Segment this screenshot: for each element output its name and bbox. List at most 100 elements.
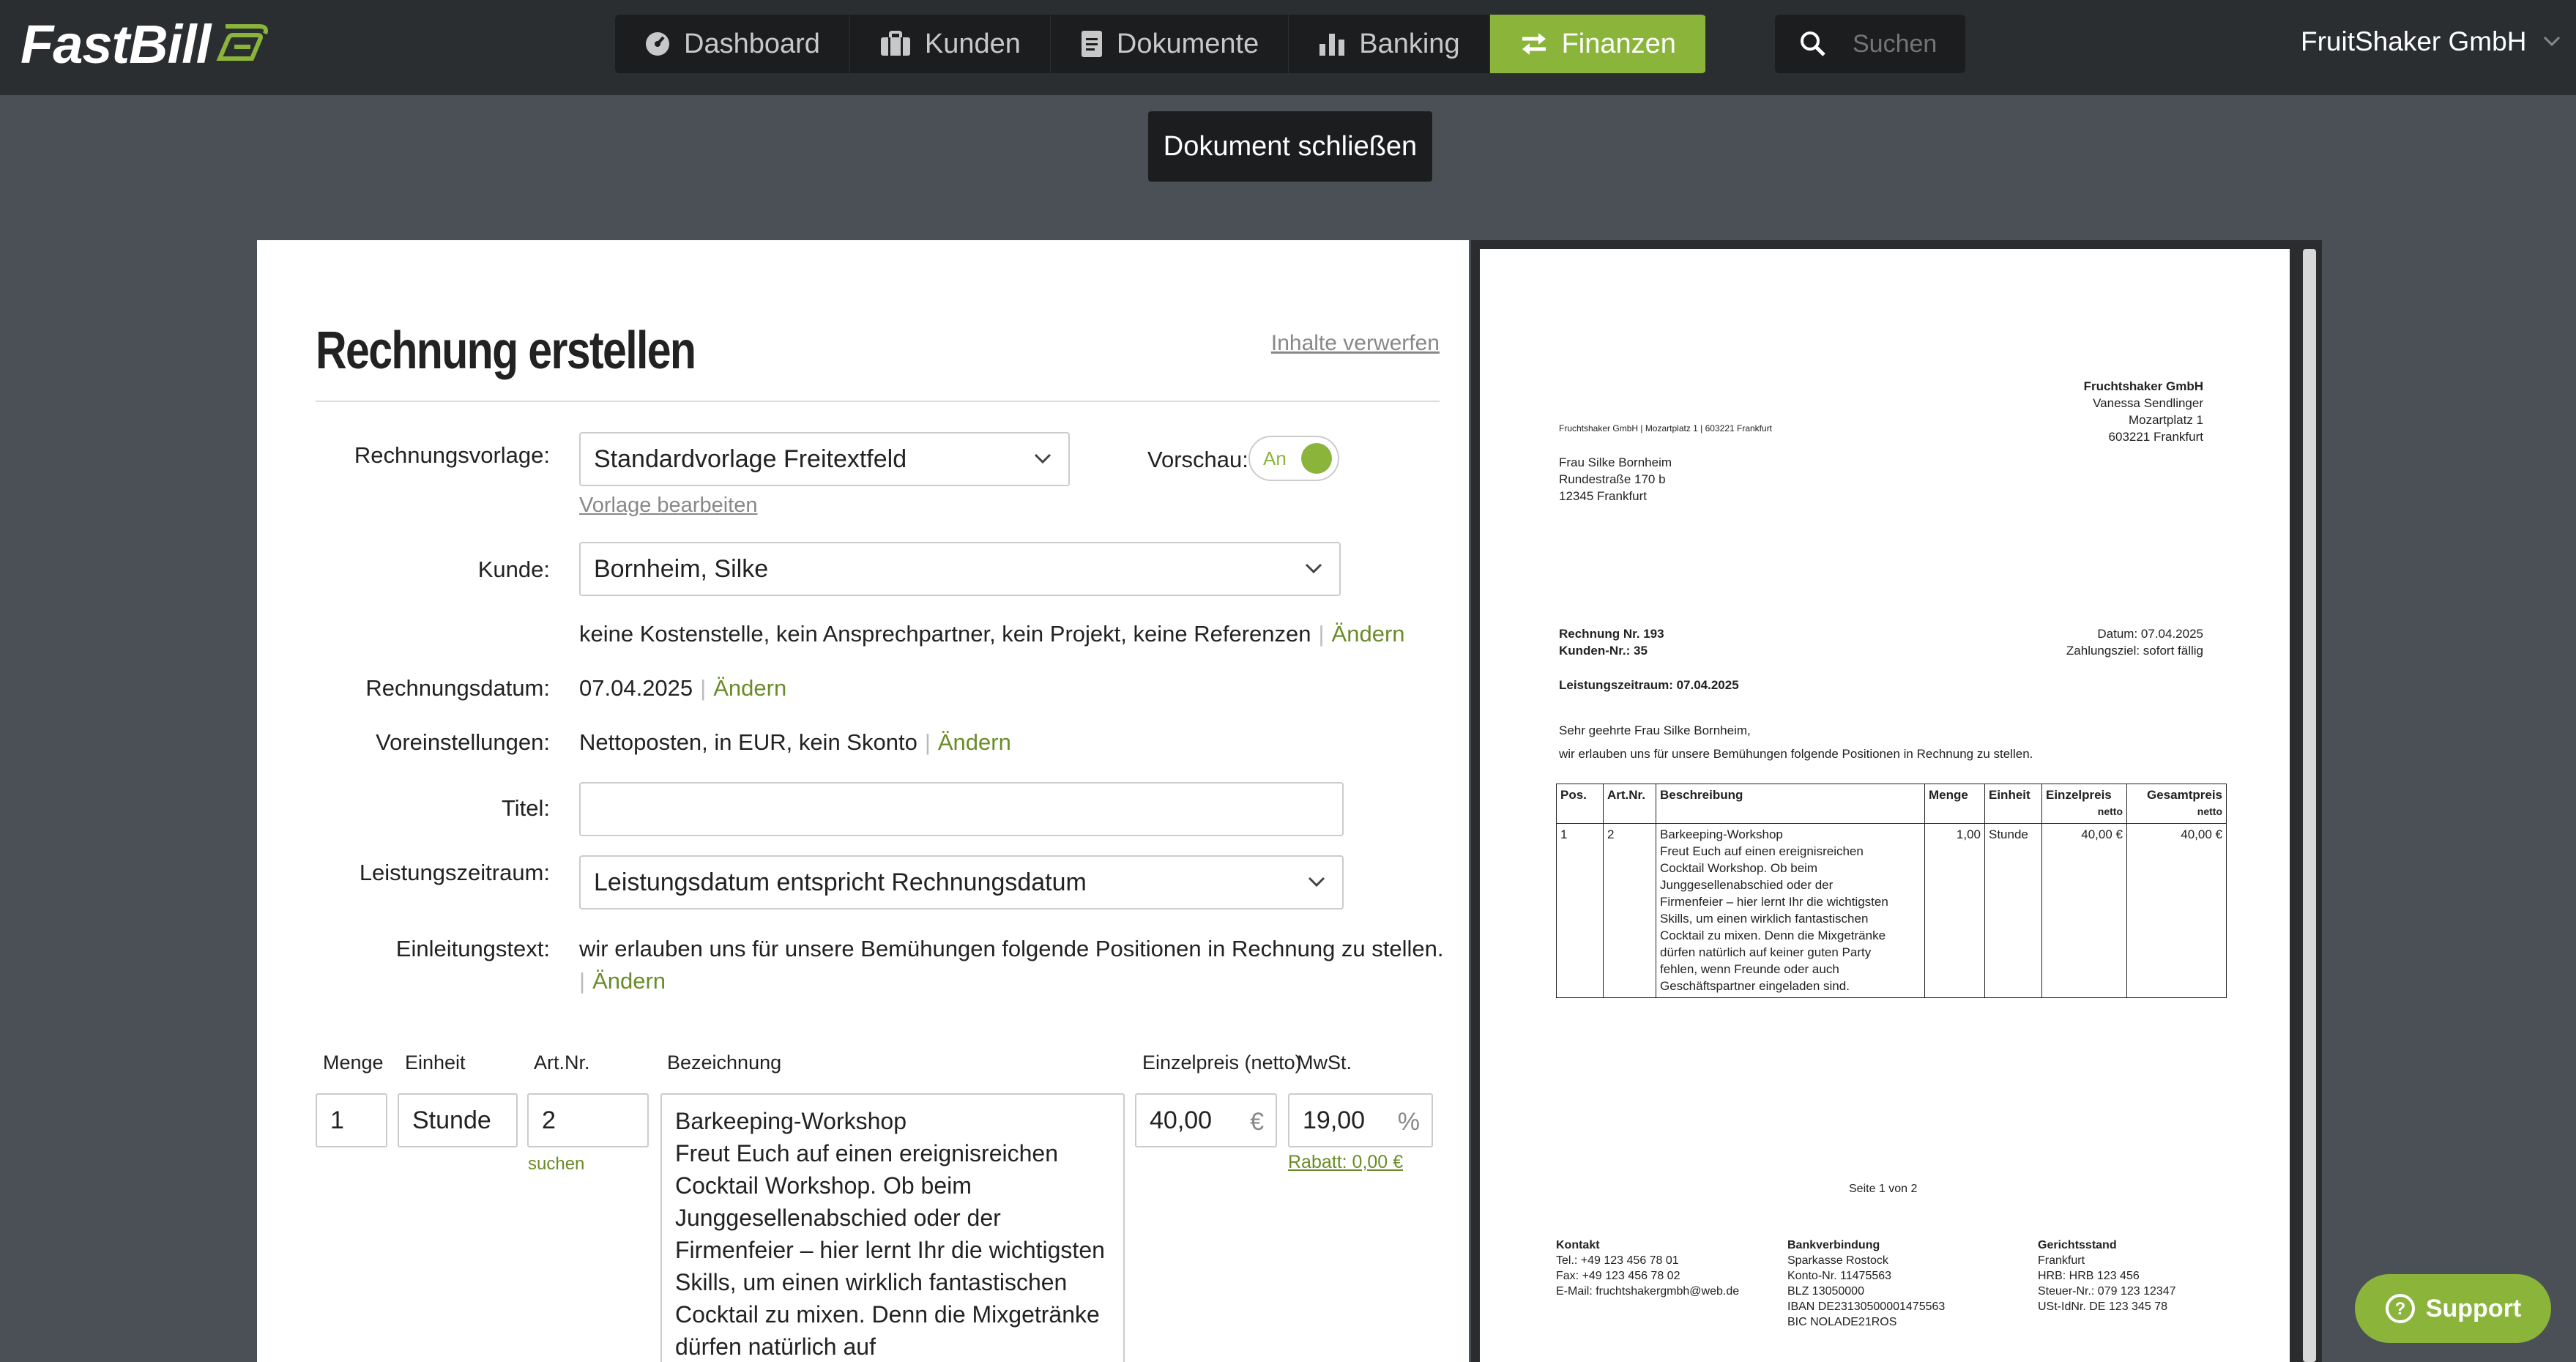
nav-finanzen-label: Finanzen (1561, 28, 1676, 59)
nav-banking[interactable]: Banking (1289, 15, 1490, 73)
article-number-input[interactable]: 2 (527, 1093, 649, 1147)
footer-line: Steuer-Nr.: 079 123 12347 (2038, 1285, 2176, 1298)
separator: | (700, 675, 707, 701)
preview-th-einzelpreis: Einzelpreis netto (2041, 784, 2127, 824)
voreinst-label: Voreinstellungen: (376, 729, 550, 755)
vat-input[interactable]: 19,00 % (1288, 1093, 1433, 1147)
unit-input[interactable]: Stunde (398, 1093, 518, 1147)
logo-signal-icon (216, 24, 268, 61)
nav-finanzen[interactable]: Finanzen (1489, 15, 1706, 73)
description-textarea[interactable]: Barkeeping-Workshop Freut Euch auf einen… (660, 1093, 1125, 1362)
fastbill-logo[interactable]: FastBill (21, 13, 211, 75)
preview-desc-line: Junggesellenabschied oder der (1660, 878, 1834, 892)
footer-line: Sparkasse Rostock (1787, 1254, 1888, 1267)
change-date-link[interactable]: Ändern (713, 675, 786, 701)
preview-recipient-line: Frau Silke Bornheim (1559, 455, 1672, 469)
preview-th: Menge (1924, 784, 1985, 824)
footer-line: Fax: +49 123 456 78 02 (1556, 1270, 1680, 1282)
preview-th-text: Einzelpreis (2046, 788, 2112, 802)
document-icon (1081, 31, 1102, 57)
template-select[interactable]: Standardvorlage Freitextfeld (579, 432, 1070, 486)
preview-th-gesamtpreis: Gesamtpreis netto (2126, 784, 2227, 824)
preview-sender-line: Mozartplatz 1 (2128, 413, 2203, 427)
titel-label: Titel: (501, 795, 550, 821)
separator: | (1318, 621, 1325, 647)
nav-dashboard-label: Dashboard (684, 28, 820, 59)
datum-label: Rechnungsdatum: (365, 675, 550, 701)
change-intro-link[interactable]: Ändern (592, 968, 666, 994)
preview-td: 40,00 € (2041, 823, 2127, 998)
preview-th: Beschreibung (1656, 784, 1925, 824)
footer-line: BIC NOLADE21ROS (1787, 1316, 1897, 1328)
customer-select-value: Bornheim, Silke (594, 554, 769, 583)
change-customer-details-link[interactable]: Ändern (1332, 621, 1405, 647)
discard-content-link[interactable]: Inhalte verwerfen (1271, 331, 1440, 356)
nav-dashboard[interactable]: Dashboard (615, 15, 850, 73)
separator: | (579, 968, 586, 994)
search-input[interactable] (1853, 29, 1962, 59)
search-box[interactable] (1775, 15, 1965, 73)
preview-recipient-line: Rundestraße 170 b (1559, 472, 1666, 486)
preview-th-text: Gesamtpreis (2147, 788, 2222, 802)
nav-kunden[interactable]: Kunden (850, 15, 1051, 73)
change-presets-link[interactable]: Ändern (938, 729, 1011, 755)
preview-desc-line: Firmenfeier – hier lernt Ihr die wichtig… (1660, 895, 1888, 909)
support-button[interactable]: ? Support (2355, 1274, 2551, 1343)
kunde-label: Kunde: (477, 557, 550, 582)
preview-scrollbar[interactable] (2303, 249, 2316, 1362)
preview-customer-number: Kunden-Nr.: 35 (1559, 644, 1648, 658)
service-period-select[interactable]: Leistungsdatum entspricht Rechnungsdatum (579, 855, 1344, 909)
customer-select[interactable]: Bornheim, Silke (579, 542, 1341, 596)
presets-value: Nettoposten, in EUR, kein Skonto (579, 729, 917, 755)
column-einheit: Einheit (405, 1052, 466, 1073)
toggle-knob (1301, 443, 1332, 474)
article-number-value: 2 (542, 1106, 556, 1134)
preview-sender-line: 603221 Frankfurt (2108, 430, 2203, 444)
logo-text: FastBill (21, 14, 211, 75)
chevron-down-icon (2544, 36, 2561, 47)
footer-line: HRB: HRB 123 456 (2038, 1270, 2140, 1282)
footer-line: Tel.: +49 123 456 78 01 (1556, 1254, 1679, 1267)
preview-service-period: Leistungszeitraum: 07.04.2025 (1559, 678, 1739, 692)
invoice-form-panel: Rechnung erstellen Inhalte verwerfen Rec… (257, 240, 1469, 1362)
preview-footer-contact: Kontakt Tel.: +49 123 456 78 01 Fax: +49… (1556, 1238, 1739, 1299)
footer-line: IBAN DE23130500001475563 (1787, 1300, 1946, 1313)
company-name: FruitShaker GmbH (2301, 26, 2527, 56)
footer-line: USt-IdNr. DE 123 345 78 (2038, 1300, 2167, 1313)
preview-desc-line: Freut Euch auf einen ereignisreichen (1660, 844, 1864, 858)
chevron-down-icon (1034, 453, 1051, 464)
preview-desc-line: Geschäftspartner eingeladen sind. (1660, 979, 1850, 993)
preview-toggle-state: An (1263, 447, 1287, 469)
currency-suffix: € (1250, 1108, 1264, 1136)
invoice-date-value: 07.04.2025 (579, 675, 693, 701)
preview-th-netto: netto (2197, 805, 2222, 817)
unit-price-input[interactable]: 40,00 € (1135, 1093, 1277, 1147)
preview-page: Fruchtshaker GmbH Vanessa Sendlinger Moz… (1480, 249, 2290, 1362)
search-icon[interactable] (1800, 31, 1826, 57)
preview-invoice-number: Rechnung Nr. 193 (1559, 627, 1664, 641)
close-document-button[interactable]: Dokument schließen (1148, 111, 1432, 182)
column-menge: Menge (323, 1052, 384, 1073)
company-menu[interactable]: FruitShaker GmbH (2301, 26, 2561, 57)
chevron-down-icon (1308, 877, 1325, 887)
edit-template-link[interactable]: Vorlage bearbeiten (579, 494, 757, 518)
vorlage-label: Rechnungsvorlage: (354, 442, 550, 468)
title-input[interactable] (579, 782, 1344, 836)
presets: Nettoposten, in EUR, kein Skonto | Ändern (579, 729, 1011, 756)
article-search-link[interactable]: suchen (528, 1154, 584, 1175)
nav-dokumente[interactable]: Dokumente (1051, 15, 1289, 73)
discount-link[interactable]: Rabatt: 0,00 € (1288, 1152, 1403, 1173)
separator: | (924, 729, 931, 755)
intro-text: wir erlauben uns für unsere Bemühungen f… (579, 936, 1444, 961)
column-bezeichnung: Bezeichnung (667, 1052, 782, 1073)
quantity-input[interactable]: 1 (316, 1093, 387, 1147)
preview-desc-line: Cocktail zu mixen. Denn die Mixgetränke (1660, 929, 1886, 942)
preview-th: Art.Nr. (1603, 784, 1656, 824)
exchange-icon (1522, 33, 1546, 55)
preview-date: Datum: 07.04.2025 (2097, 627, 2203, 641)
preview-toggle[interactable]: An (1248, 436, 1339, 481)
chevron-down-icon (1305, 563, 1322, 574)
page-title: Rechnung erstellen (316, 321, 696, 380)
preview-desc-title: Barkeeping-Workshop (1660, 827, 1783, 841)
preview-td: 1 (1556, 823, 1604, 998)
